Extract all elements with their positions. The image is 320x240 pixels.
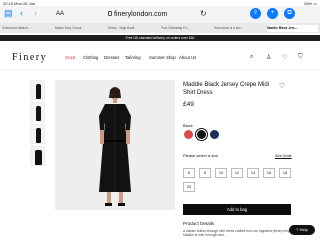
new-tab-icon[interactable]: + bbox=[267, 8, 278, 19]
browser-tab-active[interactable]: Maddie Black Jers... bbox=[267, 25, 318, 32]
size-option[interactable]: 16 bbox=[263, 168, 275, 178]
help-label: Help bbox=[299, 227, 308, 232]
colour-swatch-red[interactable] bbox=[184, 130, 193, 139]
thumbnail-2[interactable] bbox=[30, 102, 45, 122]
search-icon[interactable]: ⌕ bbox=[250, 54, 253, 61]
browser-toolbar: ▤ ‹ › AA finerylondon.com ↻ ⇧ + ⧉ bbox=[0, 6, 320, 23]
size-option[interactable]: 14 bbox=[247, 168, 259, 178]
tab-bar: 3 bedroom detach... Marks Dory Colour...… bbox=[0, 23, 320, 33]
browser-tab[interactable]: How much is a sec... bbox=[214, 25, 264, 32]
product-description: A classic button-through skirt dress cra… bbox=[183, 229, 293, 237]
reload-icon[interactable]: ↻ bbox=[200, 9, 207, 18]
browser-tab[interactable]: Polo Giveaway Fo... bbox=[161, 25, 211, 32]
product-title: Maddie Black Jersey Crepe Midi Shirt Dre… bbox=[183, 82, 270, 96]
colour-swatch-black[interactable] bbox=[197, 130, 206, 139]
product-details-heading[interactable]: Product Details bbox=[183, 221, 214, 226]
back-icon[interactable]: ‹ bbox=[20, 9, 23, 18]
bag-icon[interactable]: ⛉ bbox=[298, 54, 303, 61]
sidebar-icon[interactable]: ▤ bbox=[4, 9, 13, 18]
nav-about-us[interactable]: About Us bbox=[179, 55, 196, 60]
browser-tab[interactable]: Marks Dory Colour... bbox=[55, 25, 105, 32]
help-button[interactable]: ? Help bbox=[289, 225, 315, 235]
tabs-overview-icon[interactable]: ⧉ bbox=[284, 8, 295, 19]
size-option[interactable]: 8 bbox=[199, 168, 211, 178]
add-to-wishlist-icon[interactable]: ♡ bbox=[279, 82, 285, 90]
wishlist-icon[interactable]: ♡ bbox=[282, 54, 287, 61]
size-option[interactable]: 12 bbox=[231, 168, 243, 178]
size-option[interactable]: 20 bbox=[183, 182, 195, 192]
nav-dresses[interactable]: Dresses bbox=[104, 55, 119, 60]
reader-options-button[interactable]: AA bbox=[56, 11, 64, 17]
thumbnail-4[interactable] bbox=[30, 146, 45, 166]
size-option[interactable]: 18 bbox=[279, 168, 291, 178]
nav-sale[interactable]: SALE bbox=[65, 55, 76, 60]
size-guide-link[interactable]: Size Guide bbox=[275, 154, 292, 158]
browser-tab[interactable]: 3 bedroom detach... bbox=[2, 25, 52, 32]
size-option[interactable]: 10 bbox=[215, 168, 227, 178]
product-main-image[interactable] bbox=[55, 80, 175, 210]
site-header: Finery SALE Clothing Dresses Tailoring S… bbox=[0, 44, 320, 70]
promo-banner: Free UK standard delivery on orders over… bbox=[0, 35, 320, 41]
help-icon: ? bbox=[296, 227, 299, 232]
size-option[interactable]: 6 bbox=[183, 168, 195, 178]
product-info: Maddie Black Jersey Crepe Midi Shirt Dre… bbox=[183, 82, 273, 97]
lock-icon bbox=[108, 11, 112, 16]
model-in-dress bbox=[99, 87, 131, 206]
browser-tab[interactable]: Dress - Yoga Knoll... bbox=[108, 25, 158, 32]
address-bar[interactable]: finerylondon.com bbox=[114, 11, 167, 18]
site-logo[interactable]: Finery bbox=[12, 52, 47, 63]
nav-clothing[interactable]: Clothing bbox=[83, 55, 98, 60]
size-label: Please select a size bbox=[183, 153, 219, 158]
colour-swatch-navy[interactable] bbox=[210, 130, 219, 139]
forward-icon[interactable]: › bbox=[34, 9, 37, 18]
nav-tailoring[interactable]: Tailoring bbox=[125, 55, 141, 60]
thumbnail-1[interactable] bbox=[30, 80, 45, 100]
colour-label: Black bbox=[183, 123, 193, 128]
thumbnail-3[interactable] bbox=[30, 124, 45, 144]
product-price: £49 bbox=[183, 101, 194, 108]
account-icon[interactable]: ♙ bbox=[266, 54, 271, 61]
nav-summer-shop[interactable]: Summer Shop bbox=[149, 55, 176, 60]
add-to-bag-button[interactable]: Add to bag bbox=[183, 204, 291, 215]
share-icon[interactable]: ⇧ bbox=[250, 8, 261, 19]
